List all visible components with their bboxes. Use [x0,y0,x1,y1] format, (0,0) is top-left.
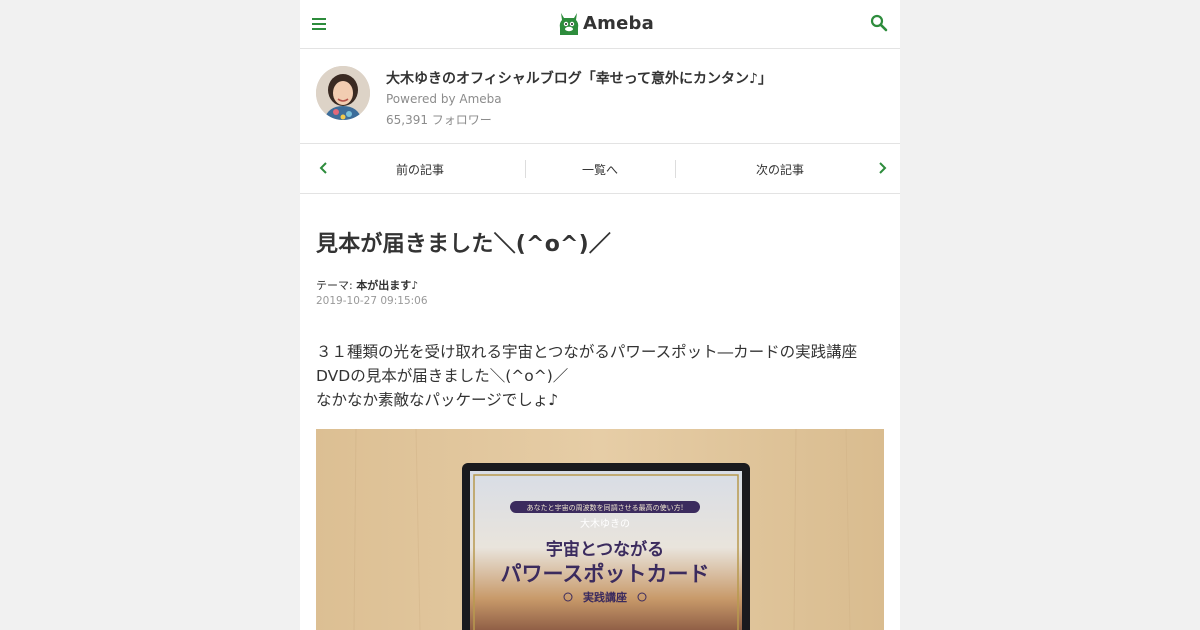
article-title: 見本が届きました＼(^o^)／ [316,232,612,257]
divider [525,160,526,178]
hamburger-menu-icon[interactable] [312,16,328,32]
chevron-right-icon[interactable] [876,161,888,175]
next-article-link[interactable]: 次の記事 [756,161,804,178]
article-pager: 前の記事 一覧へ 次の記事 [300,144,900,194]
prev-article-link[interactable]: 前の記事 [396,161,444,178]
banner-text: あなたと宇宙の周波数を同調させる最高の使い方! [527,503,684,512]
logo-text: Ameba [583,12,654,34]
article-body: ３１種類の光を受け取れる宇宙とつながるパワースポット―カードの実践講座 DVDの… [316,340,891,412]
author-text: 大木ゆきの [580,517,630,530]
package-subtitle: 実践講座 [583,590,627,604]
powered-by-text: Powered by Ameba [386,92,502,106]
ameba-logo[interactable]: Ameba [558,8,654,38]
ameba-mascot-icon [559,13,579,35]
search-icon[interactable] [870,14,888,32]
package-title-2: パワースポットカード [501,561,710,586]
article-list-link[interactable]: 一覧へ [582,161,618,178]
article-date: 2019-10-27 09:15:06 [316,295,428,307]
body-line: ３１種類の光を受け取れる宇宙とつながるパワースポット―カードの実践講座 [316,343,858,361]
divider [675,160,676,178]
chevron-left-icon[interactable] [318,161,330,175]
article-photo[interactable]: あなたと宇宙の周波数を同調させる最高の使い方! 大木ゆきの 宇宙とつながる パワ… [316,429,884,630]
blog-title[interactable]: 大木ゆきのオフィシャルブログ「幸せって意外にカンタン♪」 [386,68,772,88]
blog-avatar[interactable] [316,66,370,120]
blog-info: 大木ゆきのオフィシャルブログ「幸せって意外にカンタン♪」 Powered by … [300,49,900,144]
follower-count[interactable]: 65,391 フォロワー [386,111,492,128]
body-line: なかなか素敵なパッケージでしょ♪ [316,391,559,409]
package-title-1: 宇宙とつながる [546,539,664,560]
page: Ameba 大木ゆきのオフィシャルブログ「幸せって意外にカンタン♪」 Power… [300,0,900,630]
theme-prefix: テーマ: [316,279,353,292]
dvd-package-image: あなたと宇宙の周波数を同調させる最高の使い方! 大木ゆきの 宇宙とつながる パワ… [316,429,884,630]
article-theme: テーマ: 本が出ます♪ [316,277,418,293]
body-line: DVDの見本が届きました＼(^o^)／ [316,367,569,385]
header: Ameba [300,0,900,49]
theme-link[interactable]: 本が出ます♪ [356,279,418,292]
